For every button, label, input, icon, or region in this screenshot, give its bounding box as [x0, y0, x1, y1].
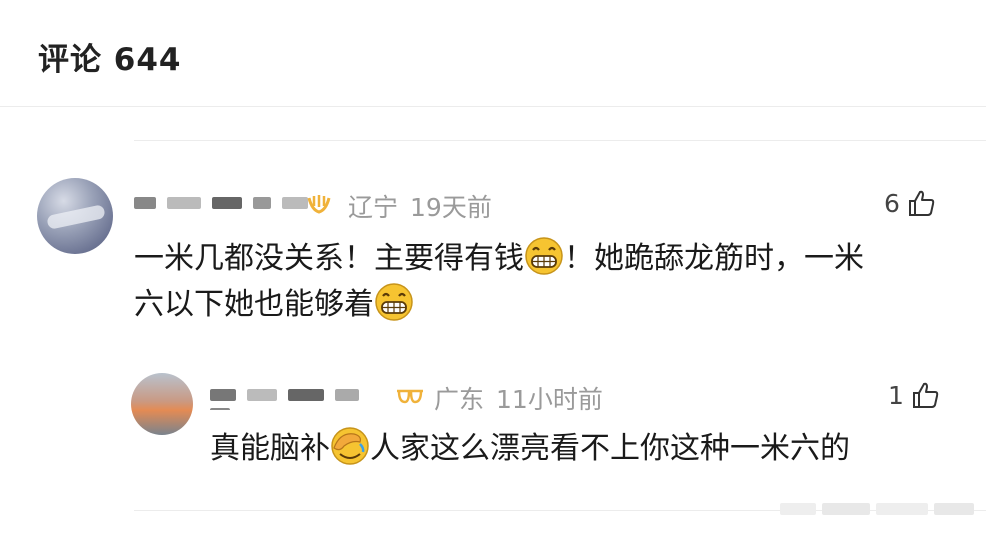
- reply-text: 真能脑补 人家这么漂亮看不上你这种一米六的: [210, 426, 970, 472]
- facepalm-emoji-icon: [331, 427, 369, 465]
- comments-count-title: 评论 644: [38, 42, 182, 78]
- comment-location: 广东: [434, 385, 485, 414]
- watermark-blurred: [780, 503, 974, 515]
- comment-location: 辽宁: [348, 193, 399, 222]
- username-blurred[interactable]: [134, 192, 334, 218]
- like-button[interactable]: 6: [884, 188, 936, 218]
- like-button[interactable]: 1: [888, 380, 940, 410]
- avatar[interactable]: [131, 373, 193, 435]
- grin-emoji-icon: [375, 283, 413, 321]
- comment-time: 11小时前: [496, 385, 603, 414]
- grin-emoji-icon: [525, 237, 563, 275]
- comment-meta: 辽宁 19天前: [348, 188, 504, 224]
- comment-meta: 广东 11小时前: [434, 380, 615, 416]
- fan-badge-icon: [307, 195, 331, 214]
- comment-text: 一米几都没关系！主要得有钱 ！她跪舔龙筋时，一米 六以下她也能够着: [134, 236, 964, 328]
- sunglasses-badge-icon: [397, 389, 423, 404]
- comments-header: 评论 644: [0, 0, 986, 107]
- like-count: 1: [888, 380, 904, 410]
- divider: [134, 140, 986, 141]
- username-blurred[interactable]: [210, 384, 390, 410]
- comment-time: 19天前: [410, 193, 492, 222]
- avatar[interactable]: [37, 178, 113, 254]
- thumbs-up-icon: [912, 382, 939, 408]
- like-count: 6: [884, 188, 900, 218]
- thumbs-up-icon: [908, 190, 935, 216]
